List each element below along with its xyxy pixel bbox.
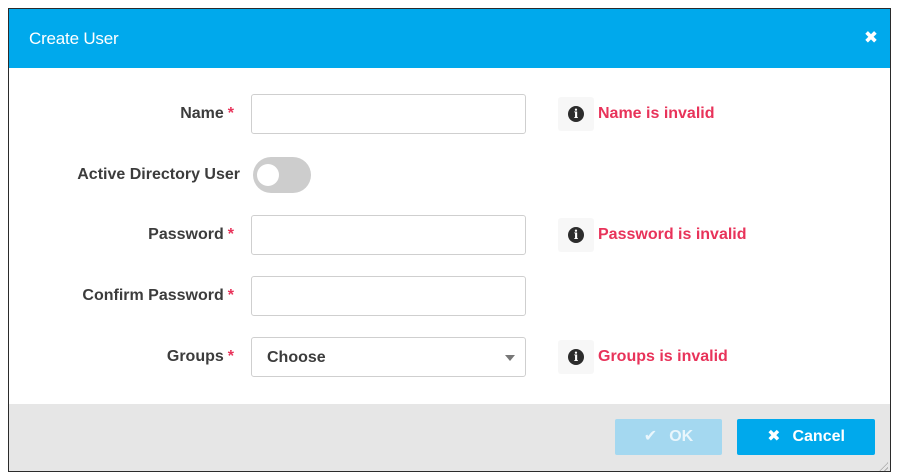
name-error-icon-box: i: [558, 97, 594, 131]
resize-grip-icon[interactable]: [878, 461, 888, 471]
required-marker: *: [227, 348, 234, 365]
required-marker: *: [227, 226, 234, 243]
required-marker: *: [227, 287, 234, 304]
dialog-title: Create User: [29, 29, 119, 48]
password-label-text: Password: [148, 226, 224, 243]
confirm-password-input[interactable]: [251, 276, 526, 316]
required-marker: *: [227, 105, 234, 122]
confirm-password-label-text: Confirm Password: [82, 287, 224, 304]
confirm-password-row: Confirm Password *: [9, 276, 890, 316]
ok-button[interactable]: ✔ OK: [615, 419, 722, 455]
groups-label: Groups *: [167, 337, 234, 377]
name-row: Name * i Name is invalid: [9, 94, 890, 134]
groups-select-value: Choose: [267, 349, 326, 366]
password-error: i Password is invalid: [558, 215, 747, 255]
close-icon: ✖: [767, 428, 781, 445]
info-icon: i: [568, 227, 584, 243]
chevron-down-icon: [505, 355, 515, 361]
info-icon: i: [568, 106, 584, 122]
groups-error-icon-box: i: [558, 340, 594, 374]
password-label: Password *: [148, 215, 234, 255]
groups-error-text: Groups is invalid: [598, 348, 728, 365]
groups-error: i Groups is invalid: [558, 337, 728, 377]
password-error-text: Password is invalid: [598, 226, 747, 243]
dialog-footer: ✔ OK ✖ Cancel: [9, 404, 890, 471]
create-user-dialog: Create User ✖ Name * i Name is invalid Act…: [8, 8, 891, 472]
password-input[interactable]: [251, 215, 526, 255]
groups-select[interactable]: Choose: [251, 337, 526, 377]
name-error-text: Name is invalid: [598, 105, 715, 122]
name-error: i Name is invalid: [558, 94, 715, 134]
check-icon: ✔: [643, 428, 658, 445]
name-label: Name *: [180, 94, 234, 134]
close-icon[interactable]: ✖: [862, 27, 880, 49]
confirm-password-label: Confirm Password *: [82, 276, 234, 316]
name-label-text: Name: [180, 105, 224, 122]
password-row: Password * i Password is invalid: [9, 215, 890, 255]
cancel-button[interactable]: ✖ Cancel: [737, 419, 875, 455]
dialog-header: Create User ✖: [9, 9, 890, 68]
name-input[interactable]: [251, 94, 526, 134]
password-error-icon-box: i: [558, 218, 594, 252]
groups-row: Groups * Choose i Groups is invalid: [9, 337, 890, 377]
active-directory-toggle[interactable]: [253, 157, 311, 193]
cancel-button-label: Cancel: [792, 428, 845, 445]
toggle-knob: [257, 164, 279, 186]
groups-label-text: Groups: [166, 348, 224, 365]
info-icon: i: [568, 349, 584, 365]
active-directory-row: Active Directory User: [9, 155, 890, 195]
active-directory-label: Active Directory User: [77, 166, 240, 183]
ok-button-label: OK: [669, 428, 694, 445]
